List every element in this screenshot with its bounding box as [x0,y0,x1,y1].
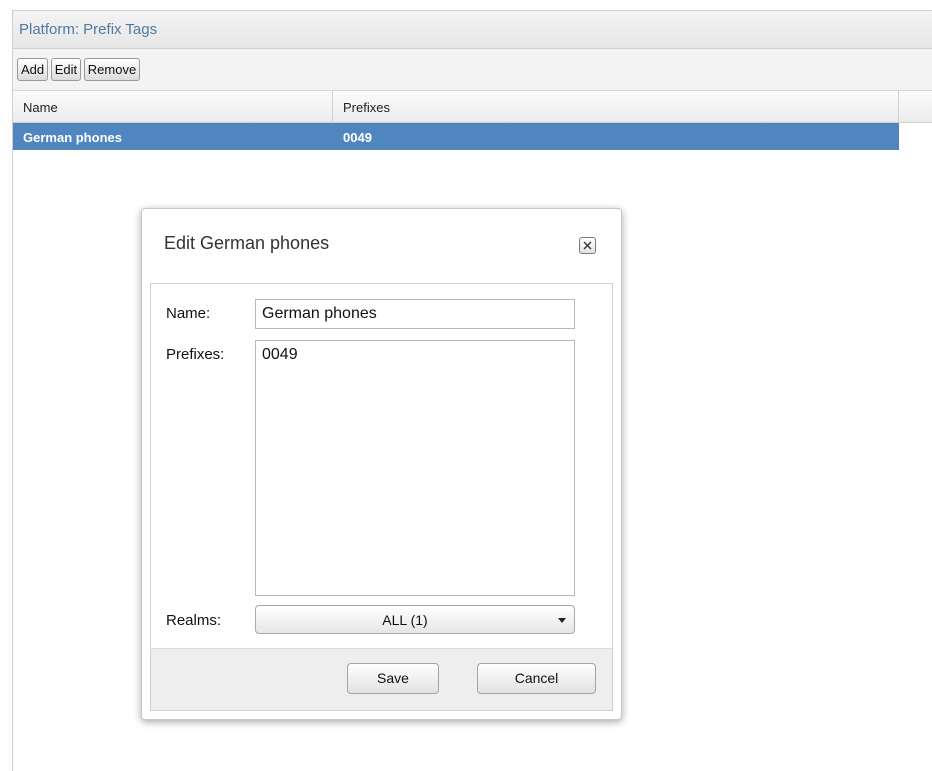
dialog-title: Edit German phones [164,233,330,253]
remove-button[interactable]: Remove [83,58,141,81]
realms-label: Realms: [166,612,222,629]
panel-title: Platform: Prefix Tags [13,11,932,49]
edit-dialog: Edit German phones Name: German phones P… [141,208,622,720]
row-prefixes-cell: 0049 [343,130,372,145]
chevron-down-icon [558,618,566,623]
prefixes-label: Prefixes: [166,346,225,363]
name-field[interactable]: German phones [255,299,575,329]
edit-button[interactable]: Edit [50,58,82,81]
realms-select[interactable]: ALL (1) [255,605,575,634]
cancel-button[interactable]: Cancel [477,663,596,694]
dialog-footer: Save Cancel [150,648,613,711]
save-button[interactable]: Save [347,663,439,694]
table-row[interactable]: German phones 0049 [13,123,899,150]
close-icon[interactable] [579,237,596,254]
row-name-cell: German phones [23,130,122,145]
column-header-filler [899,91,932,122]
prefixes-textarea[interactable]: 0049 [255,340,575,596]
grid-header: Name Prefixes [13,91,932,123]
column-header-name[interactable]: Name [13,91,333,122]
add-button[interactable]: Add [17,58,49,81]
dialog-body: Name: German phones Prefixes: 0049 Realm… [150,283,613,648]
name-label: Name: [166,305,211,322]
column-header-prefixes[interactable]: Prefixes [333,91,899,122]
realms-selected-value: ALL (1) [382,612,428,628]
toolbar: Add Edit Remove [13,49,932,91]
